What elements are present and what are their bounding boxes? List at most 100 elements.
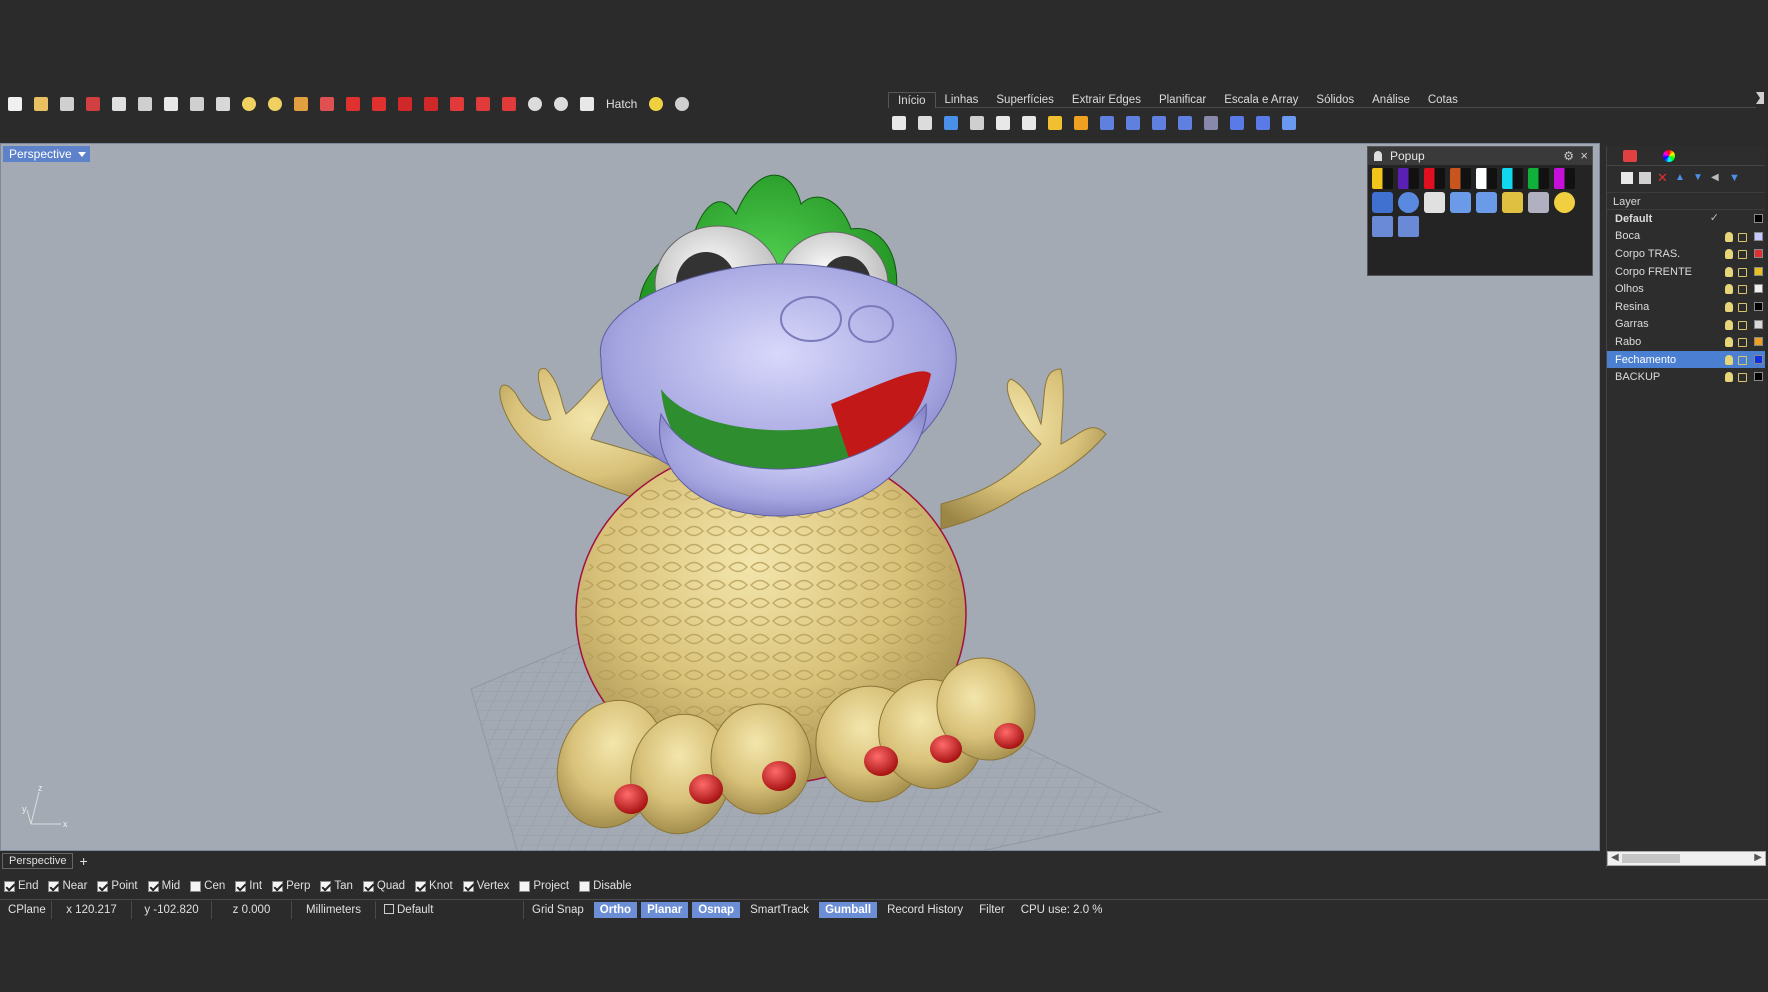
gear-icon[interactable]: ⚙: [1563, 149, 1574, 163]
layer-row[interactable]: Resina: [1607, 298, 1765, 316]
osnap-toggle[interactable]: Osnap: [692, 901, 741, 918]
print-icon[interactable]: [108, 93, 130, 115]
visibility-bulb-icon[interactable]: [1725, 354, 1733, 365]
current-layer-button[interactable]: Default: [376, 900, 524, 919]
osnap-end[interactable]: End: [4, 880, 38, 892]
tab-4[interactable]: Planificar: [1150, 92, 1215, 108]
red-car-icon[interactable]: [498, 93, 520, 115]
checkbox[interactable]: [320, 880, 332, 892]
checkbox[interactable]: [190, 880, 202, 892]
layer-row[interactable]: Boca: [1607, 228, 1765, 246]
line-icon[interactable]: [940, 112, 962, 134]
sun-icon[interactable]: [645, 93, 667, 115]
visibility-bulb-icon[interactable]: [1725, 337, 1733, 348]
select-arrow-icon[interactable]: [576, 93, 598, 115]
osnap-knot[interactable]: Knot: [415, 880, 453, 892]
lights-icon[interactable]: [264, 93, 286, 115]
scroll-right-icon[interactable]: ▶: [1754, 852, 1762, 863]
perspective-viewport[interactable]: Perspective x z y: [0, 143, 1600, 851]
light-bulb-icon[interactable]: [1554, 192, 1575, 213]
trim-icon[interactable]: [1018, 112, 1040, 134]
red-car-icon[interactable]: [472, 93, 494, 115]
layer-color-swatch[interactable]: [1754, 284, 1763, 294]
new-sublayer-icon[interactable]: [1639, 172, 1651, 184]
gumball-toggle[interactable]: Gumball: [819, 901, 878, 918]
checkbox[interactable]: [48, 880, 60, 892]
move-down-icon[interactable]: ▼: [1693, 172, 1705, 184]
layer-color-swatch[interactable]: [1754, 249, 1763, 259]
osnap-cen[interactable]: Cen: [190, 880, 225, 892]
layer-row[interactable]: Rabo: [1607, 333, 1765, 351]
filter-toggle[interactable]: Filter: [973, 902, 1011, 918]
viewport-menu-caret-icon[interactable]: [77, 152, 86, 157]
visibility-bulb-icon[interactable]: [1725, 301, 1733, 312]
visibility-bulb-icon[interactable]: [1725, 231, 1733, 242]
checkbox[interactable]: [97, 880, 109, 892]
color-swatch-7[interactable]: [1554, 168, 1575, 189]
osnap-near[interactable]: Near: [48, 880, 87, 892]
delete-layer-icon[interactable]: ✕: [1657, 171, 1669, 184]
layer-row[interactable]: Olhos: [1607, 280, 1765, 298]
lock-icon[interactable]: [1738, 285, 1747, 295]
link-icon[interactable]: [1450, 192, 1471, 213]
light-icon[interactable]: [238, 93, 260, 115]
osnap-disable[interactable]: Disable: [579, 880, 631, 892]
layer-color-swatch[interactable]: [1754, 319, 1763, 329]
box-icon[interactable]: [1226, 112, 1248, 134]
layer-color-swatch[interactable]: [1754, 266, 1763, 276]
lock-icon[interactable]: [1738, 355, 1747, 365]
smarttrack-toggle[interactable]: SmartTrack: [744, 902, 815, 918]
lock-icon[interactable]: [1738, 320, 1747, 330]
osnap-perp[interactable]: Perp: [272, 880, 310, 892]
save-as-icon[interactable]: [82, 93, 104, 115]
offset-icon[interactable]: [992, 112, 1014, 134]
cplane-icon[interactable]: [316, 93, 338, 115]
render-sphere-icon[interactable]: [550, 93, 572, 115]
lock-icon[interactable]: [1738, 232, 1747, 242]
color-swatch-6[interactable]: [1528, 168, 1549, 189]
checkbox[interactable]: [415, 880, 427, 892]
osnap-quad[interactable]: Quad: [362, 880, 405, 892]
lock-icon[interactable]: [1738, 250, 1747, 260]
rotate-icon[interactable]: [1200, 112, 1222, 134]
boolean-icon[interactable]: [1122, 112, 1144, 134]
tab-0[interactable]: Início: [888, 92, 936, 108]
layer-color-swatch[interactable]: [1754, 372, 1763, 382]
lock-icon[interactable]: [1738, 302, 1747, 312]
undo-icon[interactable]: [134, 93, 156, 115]
zoom-icon[interactable]: [212, 93, 234, 115]
checkbox[interactable]: [235, 880, 247, 892]
color-swatch-2[interactable]: [1424, 168, 1445, 189]
boolean-icon[interactable]: [1174, 112, 1196, 134]
rotate-view-icon[interactable]: [186, 93, 208, 115]
tab-perspective[interactable]: Perspective: [2, 853, 74, 869]
checkbox[interactable]: [147, 880, 159, 892]
checkbox[interactable]: [579, 880, 591, 892]
color-wheel-tab-icon[interactable]: [1663, 149, 1675, 162]
visibility-bulb-icon[interactable]: [1725, 319, 1733, 330]
lock-icon[interactable]: [1738, 267, 1747, 277]
tab-8[interactable]: Cotas: [1419, 92, 1467, 108]
checkbox[interactable]: [462, 880, 474, 892]
checkbox[interactable]: [519, 880, 531, 892]
red-shape-icon[interactable]: [420, 93, 442, 115]
planar-toggle[interactable]: Planar: [641, 901, 689, 918]
filter-icon[interactable]: ▼: [1729, 172, 1741, 184]
pan-hand-icon[interactable]: [160, 93, 182, 115]
units-button[interactable]: Millimeters: [292, 900, 376, 919]
new-layer-icon[interactable]: [1621, 172, 1633, 184]
current-layer-check-icon[interactable]: ✓: [1710, 211, 1719, 224]
layer-color-swatch[interactable]: [1754, 337, 1763, 347]
color-swatch-3[interactable]: [1450, 168, 1471, 189]
lock-icon[interactable]: [1738, 373, 1747, 383]
shade-icon[interactable]: [1528, 192, 1549, 213]
tab-2[interactable]: Superfícies: [987, 92, 1063, 108]
record-history-toggle[interactable]: Record History: [881, 902, 969, 918]
help-icon[interactable]: [671, 93, 693, 115]
color-swatch-0[interactable]: [1372, 168, 1393, 189]
boolean-icon[interactable]: [1096, 112, 1118, 134]
grid-points-icon[interactable]: [914, 112, 936, 134]
layer-color-swatch[interactable]: [1754, 301, 1763, 311]
osnap-point[interactable]: Point: [97, 880, 138, 892]
hatch-button[interactable]: Hatch: [602, 97, 641, 111]
